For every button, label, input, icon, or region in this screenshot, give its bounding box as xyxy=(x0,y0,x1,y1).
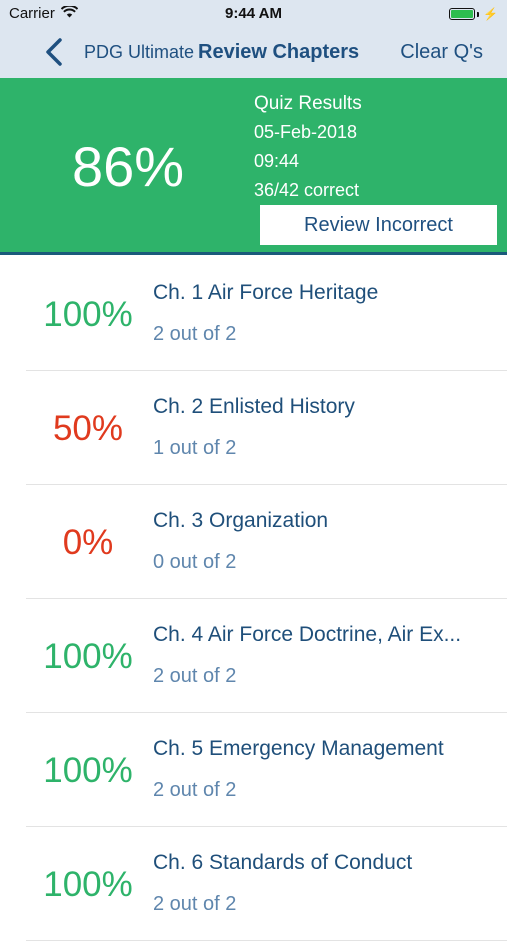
results-correct: 36/42 correct xyxy=(254,180,360,200)
quiz-results-info: Quiz Results 05-Feb-2018 09:44 36/42 cor… xyxy=(254,90,362,205)
back-button[interactable] xyxy=(40,36,70,68)
chapter-percent: 100% xyxy=(43,637,133,676)
chapter-score: 1 out of 2 xyxy=(153,437,237,459)
chapter-percent: 100% xyxy=(43,295,133,334)
results-date: 05-Feb-2018 xyxy=(254,122,358,142)
chapter-row[interactable]: 0% Ch. 3 Organization 0 out of 2 xyxy=(26,485,507,599)
back-label[interactable]: PDG Ultimate xyxy=(84,42,194,63)
results-time: 09:44 xyxy=(254,151,300,171)
chapter-row[interactable]: 50% Ch. 2 Enlisted History 1 out of 2 xyxy=(26,371,507,485)
chapter-percent: 50% xyxy=(52,409,124,448)
chapter-row[interactable]: 100% Ch. 4 Air Force Doctrine, Air Ex...… xyxy=(26,599,507,713)
chapter-percent: 0% xyxy=(62,523,114,562)
chapter-title: Ch. 3 Organization xyxy=(153,509,329,532)
overall-score: 86% xyxy=(71,135,185,198)
chapter-percent: 100% xyxy=(43,751,133,790)
chapter-title: Ch. 1 Air Force Heritage xyxy=(153,281,379,304)
chapter-percent: 100% xyxy=(43,865,133,904)
chapter-title: Ch. 4 Air Force Doctrine, Air Ex... xyxy=(153,623,462,646)
chapter-score: 2 out of 2 xyxy=(153,665,237,687)
chevron-left-icon xyxy=(46,38,62,66)
chapter-row[interactable]: 100% Ch. 1 Air Force Heritage 2 out of 2 xyxy=(26,257,507,371)
chapter-score: 2 out of 2 xyxy=(153,323,237,345)
status-bar: Carrier 9:44 AM ⚡ xyxy=(0,0,507,28)
page-title: Review Chapters xyxy=(198,41,360,63)
chapter-title: Ch. 6 Standards of Conduct xyxy=(153,851,413,874)
chapter-score: 2 out of 2 xyxy=(153,779,237,801)
battery-icon: ⚡ xyxy=(449,7,498,21)
results-title: Quiz Results xyxy=(254,93,362,114)
chapter-score: 0 out of 2 xyxy=(153,551,237,573)
quiz-summary-panel: 86% Quiz Results 05-Feb-2018 09:44 36/42… xyxy=(0,78,507,255)
review-incorrect-button[interactable]: Review Incorrect xyxy=(260,205,497,245)
chapter-title: Ch. 2 Enlisted History xyxy=(153,395,355,418)
chapter-score: 2 out of 2 xyxy=(153,893,237,915)
navigation-bar: PDG Ultimate Review Chapters Clear Q's xyxy=(0,28,507,78)
charging-icon: ⚡ xyxy=(483,7,498,21)
status-time: 9:44 AM xyxy=(225,5,282,22)
chapter-list: 100% Ch. 1 Air Force Heritage 2 out of 2… xyxy=(0,257,507,941)
chapter-row[interactable]: 100% Ch. 6 Standards of Conduct 2 out of… xyxy=(26,827,507,941)
chapter-title: Ch. 5 Emergency Management xyxy=(153,737,444,760)
clear-questions-button[interactable]: Clear Q's xyxy=(400,41,483,64)
chapter-row[interactable]: 100% Ch. 5 Emergency Management 2 out of… xyxy=(26,713,507,827)
